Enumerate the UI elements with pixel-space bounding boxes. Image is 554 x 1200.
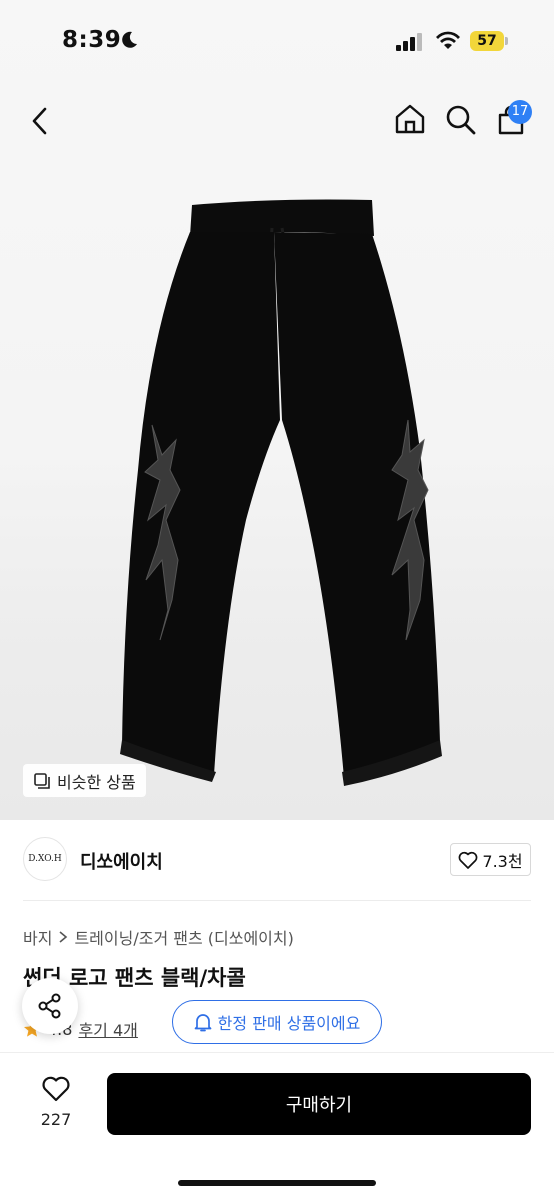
chevron-right-icon <box>59 931 68 943</box>
brand-name[interactable]: 디쏘에이치 <box>80 848 163 874</box>
cellular-signal-icon <box>396 33 422 51</box>
heart-outline-icon <box>42 1076 70 1102</box>
battery-level: 57 <box>477 33 497 49</box>
brand-like-count: 7.3천 <box>482 851 523 871</box>
brand-logo-text: D.XO.H <box>28 854 62 864</box>
status-time: 8:39 <box>62 27 122 53</box>
home-icon[interactable] <box>394 103 426 135</box>
brand-like-button[interactable]: 7.3천 <box>450 843 531 876</box>
breadcrumb-item-category[interactable]: 트레이닝/조거 팬츠 (디쏘에이치) <box>74 925 293 949</box>
reviews-link[interactable]: 후기 4개 <box>78 1017 137 1041</box>
wishlist-button[interactable]: 227 <box>30 1076 82 1129</box>
buy-button[interactable]: 구매하기 <box>107 1073 531 1135</box>
similar-products-label: 비슷한 상품 <box>57 772 136 792</box>
breadcrumb-item-pants[interactable]: 바지 <box>23 925 52 949</box>
similar-products-button[interactable]: 비슷한 상품 <box>23 764 146 797</box>
breadcrumb: 바지 트레이닝/조거 팬츠 (디쏘에이치) <box>23 925 294 949</box>
home-indicator[interactable] <box>178 1180 376 1186</box>
limited-sale-badge[interactable]: 한정 판매 상품이에요 <box>172 1000 382 1044</box>
section-divider <box>23 900 531 901</box>
limited-sale-label: 한정 판매 상품이에요 <box>217 1014 361 1033</box>
wifi-icon <box>436 31 460 49</box>
similar-items-icon <box>34 772 50 789</box>
bell-icon <box>194 1014 212 1032</box>
share-button[interactable] <box>22 978 78 1034</box>
back-arrow-icon[interactable] <box>28 106 52 136</box>
cart-count-badge: 17 <box>508 100 532 124</box>
share-icon <box>38 993 61 1019</box>
brand-logo[interactable]: D.XO.H <box>23 837 67 881</box>
battery-icon: 57 <box>470 31 508 51</box>
heart-icon <box>459 851 478 869</box>
search-icon[interactable] <box>445 104 477 136</box>
status-bar: 8:39 57 <box>0 0 554 84</box>
wishlist-count: 227 <box>40 1110 72 1129</box>
moon-icon <box>122 31 137 48</box>
